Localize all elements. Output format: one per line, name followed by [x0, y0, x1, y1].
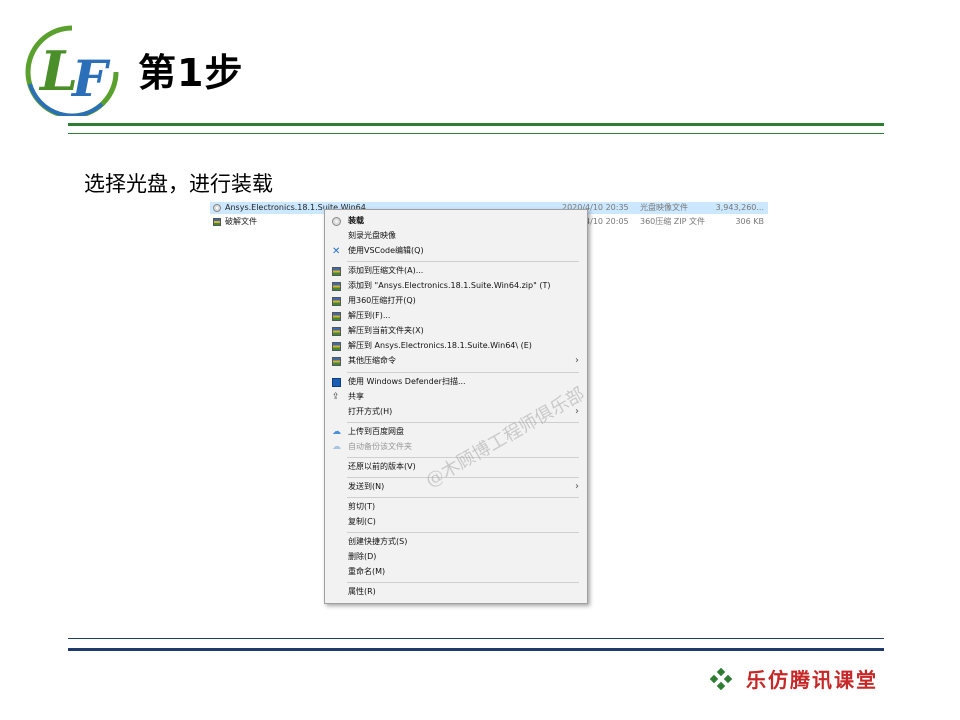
archive-icon — [332, 342, 341, 351]
cloud-icon: ☁ — [332, 442, 341, 452]
menu-label: 重命名(M) — [348, 567, 386, 576]
menu-label: 解压到 Ansys.Electronics.18.1.Suite.Win64\ … — [348, 341, 532, 350]
archive-icon — [332, 267, 341, 276]
menu-item-vscode[interactable]: ✕ 使用VSCode编辑(Q) — [325, 244, 587, 258]
menu-label: 使用 Windows Defender扫描... — [348, 377, 466, 386]
vscode-icon: ✕ — [332, 246, 341, 257]
menu-label: 解压到(F)... — [348, 311, 391, 320]
bottom-rule-thick — [68, 648, 884, 651]
cloud-icon: ☁ — [332, 427, 341, 437]
menu-label: 刻录光盘映像 — [348, 231, 396, 240]
menu-item-rename[interactable]: 重命名(M) — [325, 565, 587, 579]
menu-label: 添加到 "Ansys.Electronics.18.1.Suite.Win64.… — [348, 281, 551, 290]
file-size: 3,943,260... — [715, 203, 764, 212]
zip-archive-icon — [213, 218, 221, 226]
menu-item-copy[interactable]: 复制(C) — [325, 515, 587, 529]
clover-icon — [710, 668, 732, 690]
menu-label: 还原以前的版本(V) — [348, 462, 416, 471]
menu-item-properties[interactable]: 属性(R) — [325, 585, 587, 599]
menu-label: 添加到压缩文件(A)... — [348, 266, 424, 275]
menu-label: 创建快捷方式(S) — [348, 537, 408, 546]
archive-icon — [332, 312, 341, 321]
chevron-right-icon: › — [575, 481, 579, 492]
top-rule-thick — [68, 123, 884, 126]
menu-item-send-to[interactable]: 发送到(N) › — [325, 480, 587, 494]
menu-separator — [347, 497, 579, 498]
lf-logo: L F — [25, 25, 119, 116]
menu-label: 共享 — [348, 392, 364, 401]
menu-item-open-360[interactable]: 用360压缩打开(Q) — [325, 294, 587, 308]
menu-label: 自动备份该文件夹 — [348, 442, 412, 451]
menu-item-add-archive[interactable]: 添加到压缩文件(A)... — [325, 264, 587, 278]
menu-separator — [347, 532, 579, 533]
menu-label: 剪切(T) — [348, 502, 376, 511]
file-type: 光盘映像文件 — [640, 203, 688, 212]
menu-item-burn[interactable]: 刻录光盘映像 — [325, 229, 587, 243]
menu-item-extract-to[interactable]: 解压到(F)... — [325, 309, 587, 323]
disc-image-icon — [213, 204, 221, 212]
chevron-right-icon: › — [575, 355, 579, 366]
menu-item-upload-baidu[interactable]: ☁ 上传到百度网盘 — [325, 425, 587, 439]
menu-separator — [347, 582, 579, 583]
menu-item-mount[interactable]: 装载 — [325, 214, 587, 228]
menu-item-extract-here[interactable]: 解压到当前文件夹(X) — [325, 324, 587, 338]
menu-item-shortcut[interactable]: 创建快捷方式(S) — [325, 535, 587, 549]
share-icon: ⇪ — [332, 392, 340, 402]
slide-title: 第1步 — [138, 51, 244, 95]
menu-item-defender[interactable]: 使用 Windows Defender扫描... — [325, 375, 587, 389]
menu-label: 其他压缩命令 — [348, 356, 396, 365]
menu-label: 装载 — [348, 216, 364, 225]
footer-brand: 乐仿腾讯课堂 — [746, 668, 878, 692]
menu-label: 用360压缩打开(Q) — [348, 296, 416, 305]
menu-item-cut[interactable]: 剪切(T) — [325, 500, 587, 514]
archive-icon — [332, 282, 341, 291]
menu-label: 打开方式(H) — [348, 407, 393, 416]
menu-label: 复制(C) — [348, 517, 376, 526]
menu-label: 删除(D) — [348, 552, 377, 561]
disc-icon — [332, 217, 341, 226]
instruction-text: 选择光盘，进行装载 — [84, 172, 273, 196]
archive-icon — [332, 297, 341, 306]
file-size: 306 KB — [735, 217, 764, 226]
menu-item-extract-folder[interactable]: 解压到 Ansys.Electronics.18.1.Suite.Win64\ … — [325, 339, 587, 353]
top-rule-thin — [68, 133, 884, 134]
menu-separator — [347, 261, 579, 262]
archive-icon — [332, 357, 341, 366]
menu-label: 上传到百度网盘 — [348, 427, 404, 436]
archive-icon — [332, 327, 341, 336]
menu-label: 属性(R) — [348, 587, 376, 596]
menu-item-delete[interactable]: 删除(D) — [325, 550, 587, 564]
menu-label: 发送到(N) — [348, 482, 385, 491]
menu-item-add-named-zip[interactable]: 添加到 "Ansys.Electronics.18.1.Suite.Win64.… — [325, 279, 587, 293]
menu-label: 使用VSCode编辑(Q) — [348, 246, 424, 255]
menu-label: 解压到当前文件夹(X) — [348, 326, 424, 335]
menu-separator — [347, 372, 579, 373]
svg-text:F: F — [70, 49, 111, 108]
menu-item-other-compress[interactable]: 其他压缩命令 › — [325, 354, 587, 368]
defender-shield-icon — [332, 378, 341, 387]
file-name: 破解文件 — [225, 217, 257, 226]
menu-separator — [347, 477, 579, 478]
file-type: 360压缩 ZIP 文件 — [640, 217, 706, 226]
bottom-rule-thin — [68, 638, 884, 639]
